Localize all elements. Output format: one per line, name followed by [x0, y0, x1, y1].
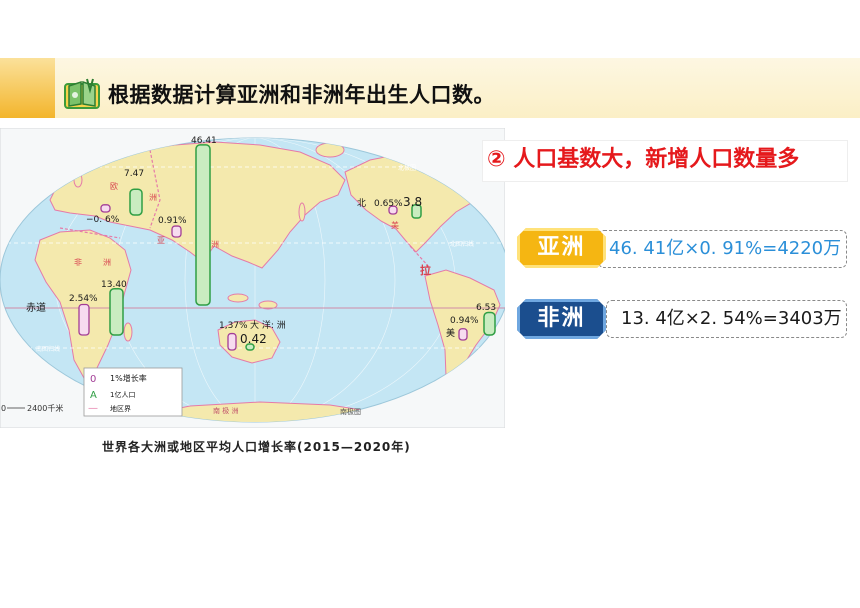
africa-growth-cylinder	[78, 303, 90, 336]
latin-america-population-label: 6.53	[476, 303, 496, 313]
oceania-growth-cylinder	[227, 332, 237, 351]
scale-zero-label: 0	[1, 404, 6, 413]
scale-distance-label: 2400千米	[27, 403, 63, 413]
legend-growth-symbol: 0	[90, 374, 96, 385]
europe-population-cylinder	[129, 188, 143, 216]
north-america-growth-label: 0.65%	[374, 199, 403, 209]
africa-label-2: 洲	[103, 258, 111, 267]
south-pole-map-label: 南极图	[340, 407, 361, 416]
asia-population-cylinder	[195, 144, 211, 306]
page-title: 根据数据计算亚洲和非洲年出生人口数。	[108, 83, 495, 107]
europe-growth-label: −0. 6%	[86, 215, 120, 225]
europe-label-2: 洲	[149, 193, 157, 202]
legend-population-symbol: A	[90, 390, 97, 401]
asia-label-1: 亚	[157, 236, 165, 245]
legend-boundary-symbol: —	[88, 403, 98, 414]
africa-population-label: 13.40	[101, 280, 127, 290]
latin-america-growth-label: 0.94%	[450, 316, 479, 326]
antarctica-label: 南 极 洲	[213, 406, 238, 415]
africa-calculation-text: 13. 4亿×2. 54%=3403万	[621, 308, 842, 329]
book-icon	[64, 78, 100, 109]
asia-calculation-text: 46. 41亿×0. 91%=4220万	[609, 238, 842, 259]
legend-population-label: 1亿人口	[110, 390, 135, 399]
latin-america-label-2: 美	[446, 327, 455, 339]
north-america-label-2: 美	[391, 220, 399, 230]
arctic-circle-label: 北极圈	[398, 164, 416, 172]
latin-america-population-cylinder	[483, 311, 496, 336]
equator-label: 赤道	[26, 301, 46, 314]
japan-landmass	[298, 202, 306, 222]
asia-growth-cylinder	[171, 225, 182, 238]
north-america-label-1: 北	[357, 198, 366, 209]
indonesia-landmass	[227, 293, 249, 303]
asia-label-2: 洲	[211, 240, 219, 249]
europe-growth-cylinder	[100, 204, 111, 213]
world-map-svg: 46.41 0.91% 7.47 −0. 6% 13.40 2.54% 0.65…	[0, 127, 506, 429]
africa-badge: 非洲	[517, 299, 606, 339]
europe-label-1: 欧	[110, 181, 118, 191]
key-point-text: ② 人口基数大，新增人口数量多	[487, 147, 800, 172]
oceania-population-label: 0.42	[240, 332, 267, 346]
africa-label-1: 非	[74, 257, 82, 267]
oceania-growth-label: 1,37%	[219, 321, 248, 331]
madagascar-landmass	[123, 322, 133, 342]
africa-growth-label: 2.54%	[69, 294, 98, 304]
title-accent-bar	[0, 58, 55, 118]
latin-america-growth-cylinder	[458, 328, 468, 341]
world-map: 46.41 0.91% 7.47 −0. 6% 13.40 2.54% 0.65…	[0, 127, 506, 429]
asia-growth-label: 0.91%	[158, 216, 187, 226]
legend-growth-label: 1%增长率	[110, 373, 147, 383]
tropic-of-cancer-label: 北回归线	[450, 240, 474, 248]
latin-america-label-1: 拉	[420, 263, 431, 277]
asia-badge: 亚洲	[517, 228, 606, 268]
europe-population-label: 7.47	[124, 169, 144, 179]
africa-population-cylinder	[109, 288, 124, 336]
map-legend: 0 1%增长率 A 1亿人口 — 地区界	[83, 367, 183, 417]
tropic-of-capricorn-label: 南回归线	[36, 345, 60, 353]
legend-boundary-label: 地区界	[110, 404, 131, 413]
map-caption: 世界各大洲或地区平均人口增长率(2015—2020年)	[102, 440, 411, 454]
asia-population-label: 46.41	[191, 136, 217, 146]
oceania-label: 大 洋: 洲	[250, 319, 286, 331]
north-america-population-label: 3.8	[403, 195, 422, 209]
